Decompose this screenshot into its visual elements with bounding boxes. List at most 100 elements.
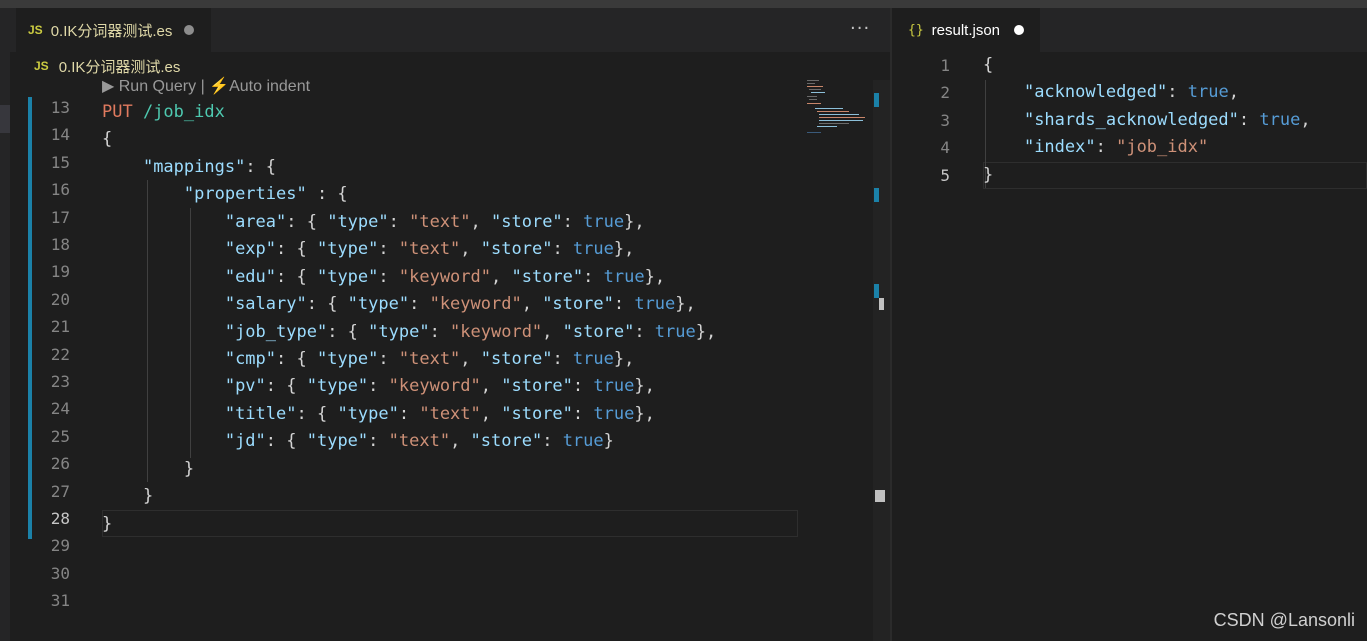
line-number: 20 — [50, 289, 70, 309]
unsaved-dot-icon[interactable] — [1014, 25, 1025, 35]
boolean-value: true — [572, 349, 614, 369]
punctuation: : — [378, 349, 399, 369]
punctuation: }, — [695, 321, 717, 342]
scroll-thumb[interactable] — [879, 298, 884, 310]
json-key: "type" — [316, 239, 379, 260]
code-line: "index": "job_idx" — [983, 134, 1208, 161]
line-number: 24 — [50, 399, 70, 419]
code-line: "shards_acknowledged": true, — [983, 107, 1311, 134]
punctuation: : — [613, 294, 635, 315]
punctuation: : — [634, 321, 655, 342]
line-number: 1 — [940, 56, 950, 75]
string-value: "job_idx" — [1116, 137, 1209, 158]
punctuation: : { — [265, 431, 307, 452]
change-marker — [874, 188, 879, 202]
json-key: "salary" — [224, 294, 307, 315]
code-line: "cmp": { "type": "text", "store": true}, — [102, 346, 635, 373]
breadcrumb-file[interactable]: 0.IK分词器测试.es — [59, 56, 181, 77]
punctuation: , — [1300, 109, 1311, 130]
punctuation: : — [572, 403, 594, 424]
punctuation: : — [398, 403, 420, 424]
punctuation: , — [1228, 82, 1239, 103]
string-value: "keyword" — [398, 266, 491, 287]
line-number-gutter: 13 14 15 16 17 18 19 20 21 22 23 24 25 26 27 28 29 30 31 — [10, 80, 80, 641]
boolean-value: true — [603, 266, 645, 287]
boolean-value: true — [654, 321, 696, 342]
code-line: } — [102, 514, 113, 534]
line-number: 19 — [50, 262, 70, 282]
more-actions-button[interactable]: ··· — [850, 18, 870, 39]
request-path: /job_idx — [132, 102, 225, 122]
string-value: "text" — [419, 403, 481, 424]
tab-result-json[interactable]: {} result.json — [892, 8, 1040, 52]
code-line: } — [983, 164, 994, 185]
json-key: "type" — [316, 266, 379, 287]
json-key: "cmp" — [224, 349, 277, 369]
punctuation: , — [521, 294, 543, 315]
sidebar-selection-marker — [0, 105, 10, 133]
json-key: "properties" — [183, 184, 307, 204]
code-editor[interactable]: PUT /job_idx { "mappings": { "properties… — [102, 80, 800, 641]
punctuation: : — [368, 376, 389, 397]
punctuation: }, — [634, 403, 655, 424]
punctuation: , — [450, 431, 471, 452]
json-key: "title" — [224, 403, 297, 424]
json-key: "index" — [1023, 137, 1096, 158]
json-key: "type" — [337, 403, 399, 424]
tab-es-file[interactable]: JS 0.IK分词器测试.es — [16, 8, 211, 52]
string-value: "text" — [398, 349, 461, 369]
boolean-value: true — [1259, 109, 1301, 130]
string-value: "keyword" — [429, 294, 522, 315]
json-key: "edu" — [224, 266, 277, 287]
line-number: 15 — [50, 152, 70, 172]
json-key: "store" — [542, 294, 614, 315]
punctuation: , — [542, 321, 563, 342]
change-marker — [874, 284, 879, 298]
punctuation: : { — [306, 184, 348, 204]
json-key: "mappings" — [142, 157, 246, 177]
punctuation: , — [460, 239, 481, 260]
string-value: "text" — [398, 239, 461, 260]
tab-label: result.json — [931, 21, 1001, 39]
punctuation: , — [470, 212, 492, 232]
json-key: "type" — [347, 294, 410, 315]
json-key: "area" — [224, 212, 287, 232]
json-key: "store" — [501, 403, 573, 424]
line-number: 2 — [940, 83, 950, 103]
code-line: PUT /job_idx — [102, 99, 225, 126]
vertical-scrollbar[interactable] — [873, 80, 890, 641]
punctuation: : — [388, 212, 410, 232]
code-line: "jd": { "type": "text", "store": true} — [102, 428, 614, 455]
punctuation: : — [552, 349, 573, 369]
boolean-value: true — [562, 431, 604, 452]
code-line: "edu": { "type": "keyword", "store": tru… — [102, 264, 665, 291]
line-number: 27 — [50, 481, 70, 501]
code-line: "properties" : { — [102, 181, 348, 208]
boolean-value: true — [583, 212, 625, 232]
punctuation: : { — [286, 212, 328, 232]
boolean-value: true — [593, 376, 635, 397]
minimap[interactable] — [805, 80, 873, 140]
punctuation: : { — [276, 349, 317, 369]
json-key: "store" — [470, 431, 543, 452]
punctuation: : — [562, 212, 584, 232]
line-number: 3 — [940, 110, 950, 130]
punctuation: : — [429, 321, 451, 342]
editor-group-divider[interactable] — [890, 8, 892, 641]
activity-strip — [0, 8, 10, 641]
unsaved-dot-icon[interactable] — [184, 25, 195, 35]
punctuation: : — [378, 266, 399, 287]
punctuation: , — [480, 376, 502, 397]
json-key: "store" — [511, 266, 584, 287]
json-key: "store" — [501, 376, 573, 397]
punctuation: , — [491, 266, 512, 287]
